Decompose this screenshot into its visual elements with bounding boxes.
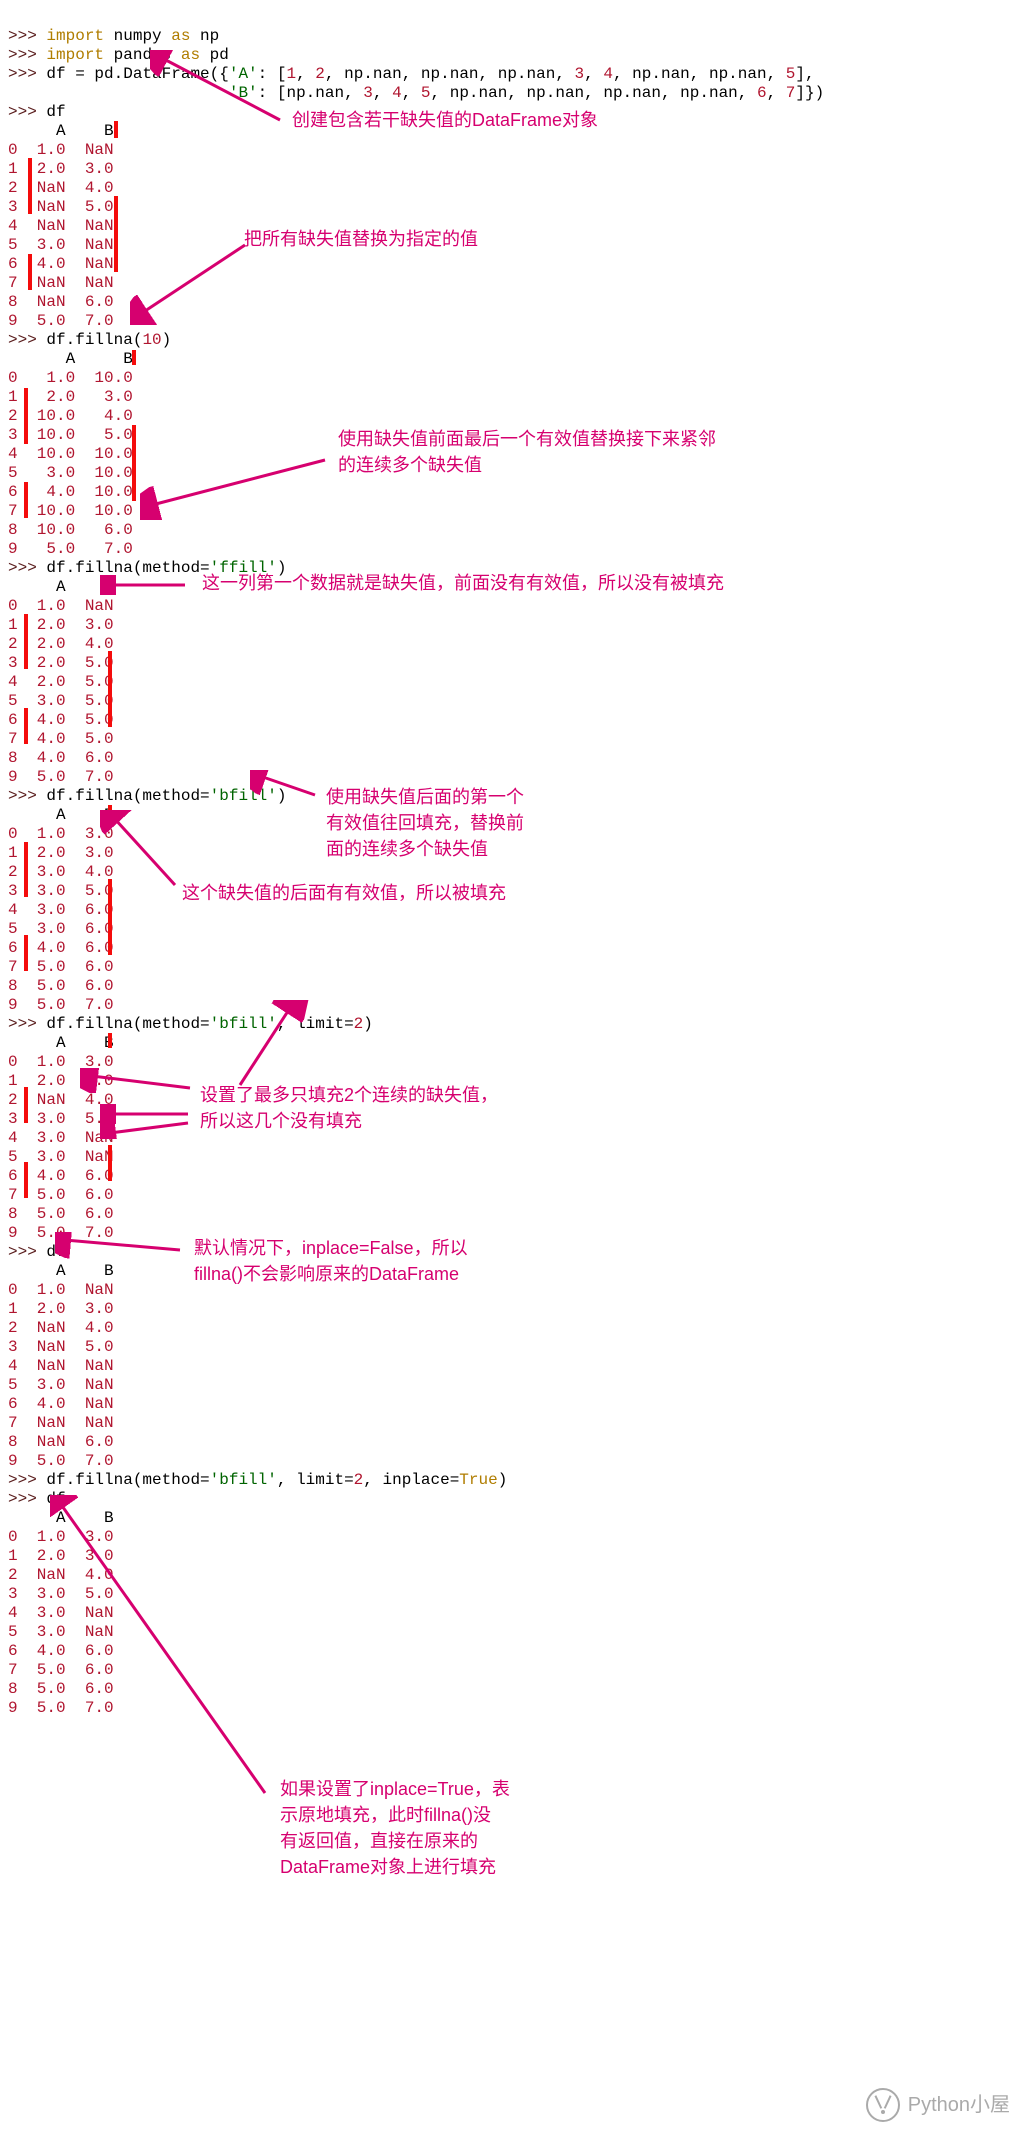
highlight-bar bbox=[28, 158, 32, 214]
table-row: 1 2.0 3.0 bbox=[8, 1300, 114, 1318]
table-row: 1 2.0 3.0 bbox=[8, 160, 114, 178]
highlight-bar bbox=[24, 388, 28, 444]
table-row: 8 NaN 6.0 bbox=[8, 1433, 114, 1451]
table-df-again-header: A B bbox=[8, 1262, 114, 1280]
arrow-icon bbox=[130, 235, 260, 325]
arrow-icon bbox=[100, 575, 200, 595]
watermark-text: Python小屋 bbox=[908, 2096, 1010, 2115]
table-row: 4 2.0 5.0 bbox=[8, 673, 114, 691]
table-row: 9 5.0 7.0 bbox=[8, 996, 114, 1014]
table-row: 0 1.0 NaN bbox=[8, 1281, 114, 1299]
arrow-icon bbox=[80, 1068, 200, 1093]
highlight-bar bbox=[24, 482, 28, 518]
table-row: 0 1.0 NaN bbox=[8, 597, 114, 615]
arrow-icon bbox=[140, 450, 340, 520]
annotation-bfill: 使用缺失值后面的第一个 有效值往回填充，替换前 面的连续多个缺失值 bbox=[326, 784, 524, 862]
table-row: 2 NaN 4.0 bbox=[8, 1319, 114, 1337]
highlight-bar bbox=[24, 935, 28, 971]
table-row: 8 NaN 6.0 bbox=[8, 293, 114, 311]
table-row: 5 3.0 10.0 bbox=[8, 464, 133, 482]
arrow-icon bbox=[230, 1000, 310, 1095]
table-row: 8 4.0 6.0 bbox=[8, 749, 114, 767]
arrow-icon bbox=[55, 1232, 195, 1262]
annotation-ffill: 使用缺失值前面最后一个有效值替换接下来紧邻 的连续多个缺失值 bbox=[338, 426, 716, 478]
highlight-bar bbox=[24, 1087, 28, 1123]
table-row: 3 NaN 5.0 bbox=[8, 198, 114, 216]
table-row: 0 1.0 10.0 bbox=[8, 369, 133, 387]
arrow-icon bbox=[250, 770, 330, 805]
highlight-bar bbox=[24, 614, 28, 669]
table-row: 9 5.0 7.0 bbox=[8, 312, 114, 330]
wechat-icon bbox=[866, 2088, 900, 2122]
highlight-bar bbox=[114, 121, 118, 138]
table-row: 4 NaN NaN bbox=[8, 217, 114, 235]
arrow-icon bbox=[100, 1119, 200, 1139]
table-row: 2 NaN 4.0 bbox=[8, 179, 114, 197]
highlight-bar bbox=[108, 651, 112, 727]
table-row: 9 5.0 7.0 bbox=[8, 768, 114, 786]
highlight-bar bbox=[108, 1145, 112, 1181]
table-row: 3 NaN 5.0 bbox=[8, 1338, 114, 1356]
table-df-orig-header: A B bbox=[8, 122, 114, 140]
table-row: 9 5.0 7.0 bbox=[8, 540, 133, 558]
table-row: 9 5.0 7.0 bbox=[8, 1452, 114, 1470]
highlight-bar bbox=[24, 842, 28, 897]
arrow-icon bbox=[50, 1495, 280, 1805]
table-row: 6 4.0 NaN bbox=[8, 1395, 114, 1413]
annotation-create-df: 创建包含若干缺失值的DataFrame对象 bbox=[292, 107, 598, 133]
arrow-icon bbox=[150, 50, 300, 130]
table-row: 8 5.0 6.0 bbox=[8, 1205, 114, 1223]
table-bfill-lim-header: A B bbox=[8, 1034, 114, 1052]
highlight-bar bbox=[24, 708, 28, 744]
annotation-inplace-false: 默认情况下，inplace=False，所以 fillna()不会影响原来的Da… bbox=[194, 1235, 468, 1287]
annotation-bfill-filled: 这个缺失值的后面有有效值，所以被填充 bbox=[182, 880, 506, 906]
watermark: Python小屋 bbox=[866, 2088, 1010, 2122]
table-row: 4 3.0 NaN bbox=[8, 1129, 114, 1147]
highlight-bar bbox=[108, 1033, 112, 1048]
highlight-bar bbox=[132, 350, 136, 365]
annotation-inplace-true: 如果设置了inplace=True，表 示原地填充，此时fillna()没 有返… bbox=[280, 1776, 510, 1880]
table-ffill-header: A B bbox=[8, 578, 114, 596]
annotation-fillna-value: 把所有缺失值替换为指定的值 bbox=[244, 226, 478, 252]
table-fill10-header: A B bbox=[8, 350, 133, 368]
table-row: 4 NaN NaN bbox=[8, 1357, 114, 1375]
annotation-first-nan: 这一列第一个数据就是缺失值，前面没有有效值，所以没有被填充 bbox=[202, 570, 724, 596]
python-repl-session: >>> import numpy as np >>> import pandas… bbox=[0, 0, 1030, 2146]
table-row: 8 5.0 6.0 bbox=[8, 977, 114, 995]
table-row: 0 1.0 NaN bbox=[8, 141, 114, 159]
table-row: 6 4.0 NaN bbox=[8, 255, 114, 273]
table-row: 0 1.0 3.0 bbox=[8, 825, 114, 843]
highlight-bar bbox=[114, 196, 118, 272]
arrow-icon bbox=[100, 810, 190, 895]
table-row: 8 10.0 6.0 bbox=[8, 521, 133, 539]
table-row: 7 NaN NaN bbox=[8, 1414, 114, 1432]
highlight-bar bbox=[132, 425, 136, 501]
highlight-bar bbox=[28, 254, 32, 290]
table-row: 5 3.0 NaN bbox=[8, 1376, 114, 1394]
annotation-limit: 设置了最多只填充2个连续的缺失值， 所以这几个没有填充 bbox=[200, 1082, 498, 1134]
table-bfill-header: A B bbox=[8, 806, 114, 824]
table-row: 4 3.0 6.0 bbox=[8, 901, 114, 919]
table-row: 4 10.0 10.0 bbox=[8, 445, 133, 463]
highlight-bar bbox=[24, 1162, 28, 1198]
table-row: 7 NaN NaN bbox=[8, 274, 114, 292]
table-row: 5 3.0 NaN bbox=[8, 236, 114, 254]
